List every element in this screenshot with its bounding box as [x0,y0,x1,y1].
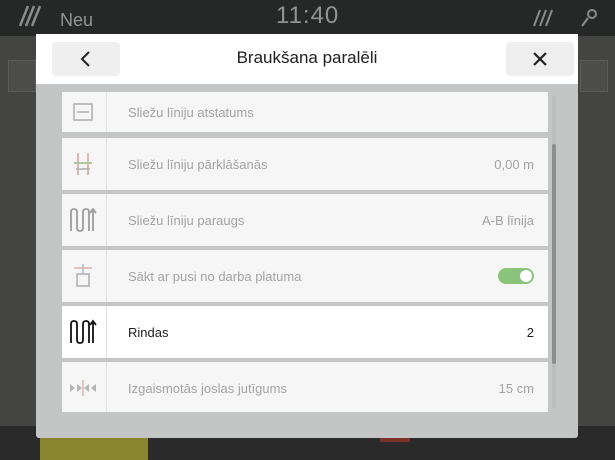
setting-label: Sliežu līniju atstatums [128,105,254,120]
lightbar-sensitivity-icon [62,362,104,412]
setting-row-track-overlap[interactable]: Sliežu līniju pārklāšanās 0,00 m [62,138,548,190]
close-button[interactable] [506,42,574,76]
track-pattern-icon [62,194,104,246]
setting-label: Sākt ar pusi no darba platuma [128,269,302,284]
setting-row-lightbar-sensitivity[interactable]: Izgaismotās joslas jutīgums 15 cm [62,362,548,412]
setting-row-track-spacing[interactable]: Sliežu līniju atstatums [62,92,548,132]
parallel-driving-dialog: Braukšana paralēli Sliežu līniju atstatu… [36,34,578,438]
close-icon [533,52,547,66]
toggle-knob [520,270,532,282]
setting-row-track-pattern[interactable]: Sliežu līniju paraugs A-B līnija [62,194,548,246]
setting-label: Sliežu līniju pārklāšanās [128,157,268,172]
setting-label: Sliežu līniju paraugs [128,213,245,228]
rows-icon [62,306,104,358]
dialog-title: Braukšana paralēli [236,48,378,67]
scrollbar-thumb[interactable] [552,144,556,364]
setting-value: A-B līnija [481,213,534,228]
setting-row-rows[interactable]: Rindas 2 [62,306,548,358]
setting-value: 15 cm [498,381,534,396]
track-overlap-icon [62,138,104,190]
half-width-start-icon [62,250,104,302]
track-spacing-icon [62,92,104,132]
setting-label: Rindas [128,325,169,340]
chevron-left-icon [80,51,90,67]
half-width-toggle[interactable] [498,268,534,284]
settings-list: Sliežu līniju atstatums Sliežu līniju pā… [62,92,558,412]
setting-row-half-width-start[interactable]: Sākt ar pusi no darba platuma [62,250,548,302]
back-button[interactable] [52,42,120,76]
setting-label: Izgaismotās joslas jutīgums [128,381,287,396]
dialog-header: Braukšana paralēli [36,34,578,84]
setting-value: 2 [526,325,534,340]
setting-value: 0,00 m [494,157,534,172]
